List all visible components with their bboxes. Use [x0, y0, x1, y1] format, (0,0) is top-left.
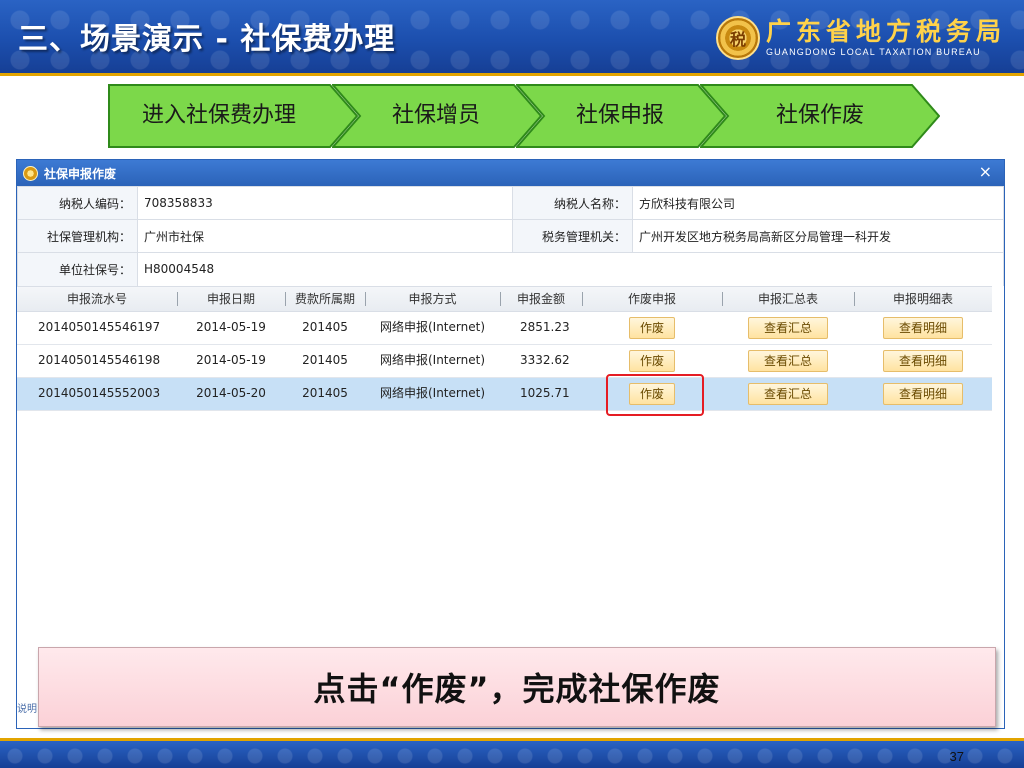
- taxpayer-code-label: 纳税人编码：: [17, 186, 138, 220]
- step-label: 进入社保费办理: [141, 103, 296, 128]
- tax-agency-label: 税务管理机关：: [512, 219, 633, 253]
- bureau-emblem-icon: 税: [715, 16, 760, 60]
- process-steps: 进入社保费办理 社保增员 社保申报 社保作废: [108, 84, 948, 148]
- void-declaration-window: 社保申报作废 × 纳税人编码： 708358833 纳税人名称： 方欣科技有限公…: [16, 159, 1005, 729]
- step-enter: 进入社保费办理: [108, 84, 358, 148]
- cell-period: 201405: [302, 386, 348, 400]
- column-header-detail[interactable]: 申报明细表: [854, 286, 992, 312]
- column-header-date[interactable]: 申报日期: [177, 286, 285, 312]
- column-header-method[interactable]: 申报方式: [365, 286, 500, 312]
- status-bar-fragment: 说明: [17, 704, 37, 715]
- cell-amount: 3332.62: [520, 353, 570, 367]
- step-add-member: 社保增员: [332, 84, 542, 148]
- step-void: 社保作废: [700, 84, 940, 148]
- table-row[interactable]: 2014050145546197 2014-05-19 201405 网络申报(…: [17, 312, 992, 345]
- slide-title: 三、场景演示 - 社保费办理: [18, 22, 396, 57]
- bureau-name: 广东省地方税务局 GUANGDONG LOCAL TAXATION BUREAU: [766, 18, 1006, 58]
- column-header-period[interactable]: 费款所属期: [285, 286, 365, 312]
- void-button[interactable]: 作废: [628, 349, 675, 372]
- cell-method: 网络申报(Internet): [379, 386, 485, 400]
- cell-date: 2014-05-20: [196, 386, 266, 400]
- app-coin-icon: [23, 165, 38, 181]
- tax-agency-value: 广州开发区地方税务局高新区分局管理一科开发: [632, 219, 1004, 253]
- instruction-callout: 点击“作废”，完成社保作废: [38, 647, 996, 727]
- view-detail-button[interactable]: 查看明细: [882, 382, 963, 405]
- column-header-amount[interactable]: 申报金额: [500, 286, 582, 312]
- table-row[interactable]: 2014050145546198 2014-05-19 201405 网络申报(…: [17, 345, 992, 378]
- view-summary-button[interactable]: 查看汇总: [747, 316, 828, 339]
- cell-detail: 查看明细: [854, 377, 992, 410]
- void-button[interactable]: 作废: [628, 316, 675, 339]
- page-number: 37: [949, 749, 964, 764]
- cell-summary: 查看汇总: [722, 377, 854, 410]
- slide-footer: 37: [0, 738, 1024, 768]
- cell-date: 2014-05-19: [196, 353, 266, 367]
- step-label: 社保增员: [391, 103, 480, 128]
- step-label: 社保申报: [575, 103, 664, 128]
- instruction-text: 点击“作废”，完成社保作废: [313, 670, 721, 708]
- column-header-void[interactable]: 作废申报: [582, 286, 722, 312]
- column-header-summary[interactable]: 申报汇总表: [722, 286, 854, 312]
- cell-void: 作废: [582, 311, 722, 344]
- cell-void: 作废: [582, 344, 722, 377]
- cell-serial: 2014050145546198: [38, 353, 161, 367]
- cell-amount: 1025.71: [520, 386, 570, 400]
- taxpayer-name-label: 纳税人名称：: [512, 186, 633, 220]
- window-title: 社保申报作废: [44, 166, 117, 181]
- view-summary-button[interactable]: 查看汇总: [747, 349, 828, 372]
- column-header-serial[interactable]: 申报流水号: [17, 286, 177, 312]
- step-label: 社保作废: [775, 103, 864, 128]
- taxpayer-name-value: 方欣科技有限公司: [632, 186, 1004, 220]
- cell-period: 201405: [302, 353, 348, 367]
- cell-method: 网络申报(Internet): [379, 353, 485, 367]
- unit-ss-no-value: H80004548: [137, 252, 1004, 286]
- bureau-logo: 税 广东省地方税务局 GUANGDONG LOCAL TAXATION BURE…: [715, 12, 1006, 64]
- table-row-selected[interactable]: 2014050145552003 2014-05-20 201405 网络申报(…: [17, 377, 992, 411]
- cell-date: 2014-05-19: [196, 320, 266, 334]
- cell-method: 网络申报(Internet): [379, 320, 485, 334]
- cell-detail: 查看明细: [854, 311, 992, 344]
- cell-serial: 2014050145552003: [38, 386, 161, 400]
- taxpayer-code-value: 708358833: [137, 186, 513, 220]
- view-detail-button[interactable]: 查看明细: [882, 349, 963, 372]
- cell-period: 201405: [302, 320, 348, 334]
- ss-agency-label: 社保管理机构：: [17, 219, 138, 253]
- bureau-name-cn: 广东省地方税务局: [765, 17, 1006, 46]
- taxpayer-info-table: 纳税人编码： 708358833 纳税人名称： 方欣科技有限公司 社保管理机构：…: [17, 186, 1004, 286]
- grid-header: 申报流水号 申报日期 费款所属期 申报方式 申报金额 作废申报 申报汇总表 申报…: [17, 285, 992, 312]
- bureau-name-en: GUANGDONG LOCAL TAXATION BUREAU: [765, 47, 981, 57]
- ss-agency-value: 广州市社保: [137, 219, 513, 253]
- step-declare: 社保申报: [516, 84, 726, 148]
- view-summary-button[interactable]: 查看汇总: [747, 382, 828, 405]
- slide-header: 三、场景演示 - 社保费办理 税 广东省地方税务局 GUANGDONG LOCA…: [0, 0, 1024, 76]
- unit-ss-no-label: 单位社保号：: [17, 252, 138, 286]
- window-titlebar: 社保申报作废 ×: [17, 160, 1004, 186]
- cell-detail: 查看明细: [854, 344, 992, 377]
- cell-serial: 2014050145546197: [38, 320, 161, 334]
- close-icon[interactable]: ×: [979, 162, 992, 182]
- void-button-highlight: [606, 374, 704, 416]
- cell-summary: 查看汇总: [722, 344, 854, 377]
- view-detail-button[interactable]: 查看明细: [882, 316, 963, 339]
- cell-summary: 查看汇总: [722, 311, 854, 344]
- cell-amount: 2851.23: [520, 320, 570, 334]
